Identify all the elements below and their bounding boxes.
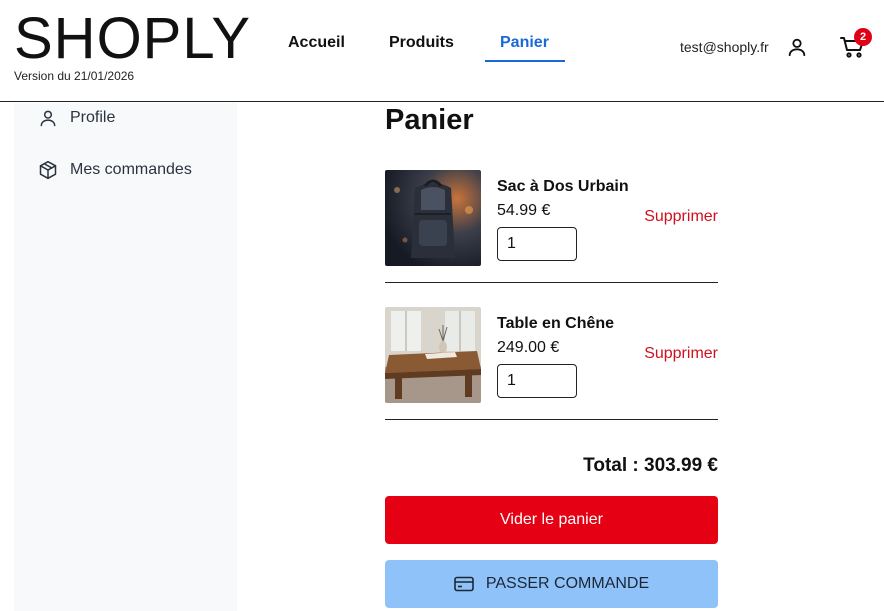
header: SHOPLY Version du 21/01/2026 Accueil Pro… xyxy=(0,0,884,102)
version-label: Version du 21/01/2026 xyxy=(14,69,135,83)
cart-total: Total : 303.99 € xyxy=(583,455,718,476)
nav-accueil[interactable]: Accueil xyxy=(288,34,345,52)
logo[interactable]: SHOPLY xyxy=(14,6,251,72)
package-icon xyxy=(39,160,57,180)
quantity-input[interactable] xyxy=(497,364,577,398)
credit-card-icon xyxy=(454,576,474,592)
cart-count-badge: 2 xyxy=(854,28,872,46)
quantity-input[interactable] xyxy=(497,227,577,261)
user-icon[interactable] xyxy=(786,35,808,59)
user-icon xyxy=(40,110,56,127)
nav-panier[interactable]: Panier xyxy=(500,34,549,52)
clear-cart-button[interactable]: Vider le panier xyxy=(385,496,718,544)
remove-item-button[interactable]: Supprimer xyxy=(644,208,718,226)
place-order-button[interactable]: PASSER COMMANDE xyxy=(385,560,718,608)
item-name: Table en Chêne xyxy=(497,315,615,332)
sidebar-item-label: Profile xyxy=(70,109,116,126)
item-price: 54.99 € xyxy=(497,202,551,219)
item-price: 249.00 € xyxy=(497,339,560,356)
nav-produits[interactable]: Produits xyxy=(389,34,454,52)
sidebar: Profile Mes commandes xyxy=(14,103,237,611)
remove-item-button[interactable]: Supprimer xyxy=(644,345,718,363)
backpack-photo xyxy=(385,170,481,266)
place-order-label: PASSER COMMANDE xyxy=(485,575,650,592)
sidebar-item-profile[interactable]: Profile xyxy=(38,108,115,128)
sidebar-item-orders[interactable]: Mes commandes xyxy=(38,160,192,180)
user-email: test@shoply.fr xyxy=(680,39,769,55)
page-title: Panier xyxy=(385,104,474,136)
nav-active-indicator xyxy=(485,60,565,62)
sidebar-item-label: Mes commandes xyxy=(70,161,192,178)
cart-item: Table en Chêne 249.00 € Supprimer xyxy=(385,307,718,420)
oak-table-photo xyxy=(385,307,481,403)
item-name: Sac à Dos Urbain xyxy=(497,178,629,195)
cart-item: Sac à Dos Urbain 54.99 € Supprimer xyxy=(385,170,718,283)
